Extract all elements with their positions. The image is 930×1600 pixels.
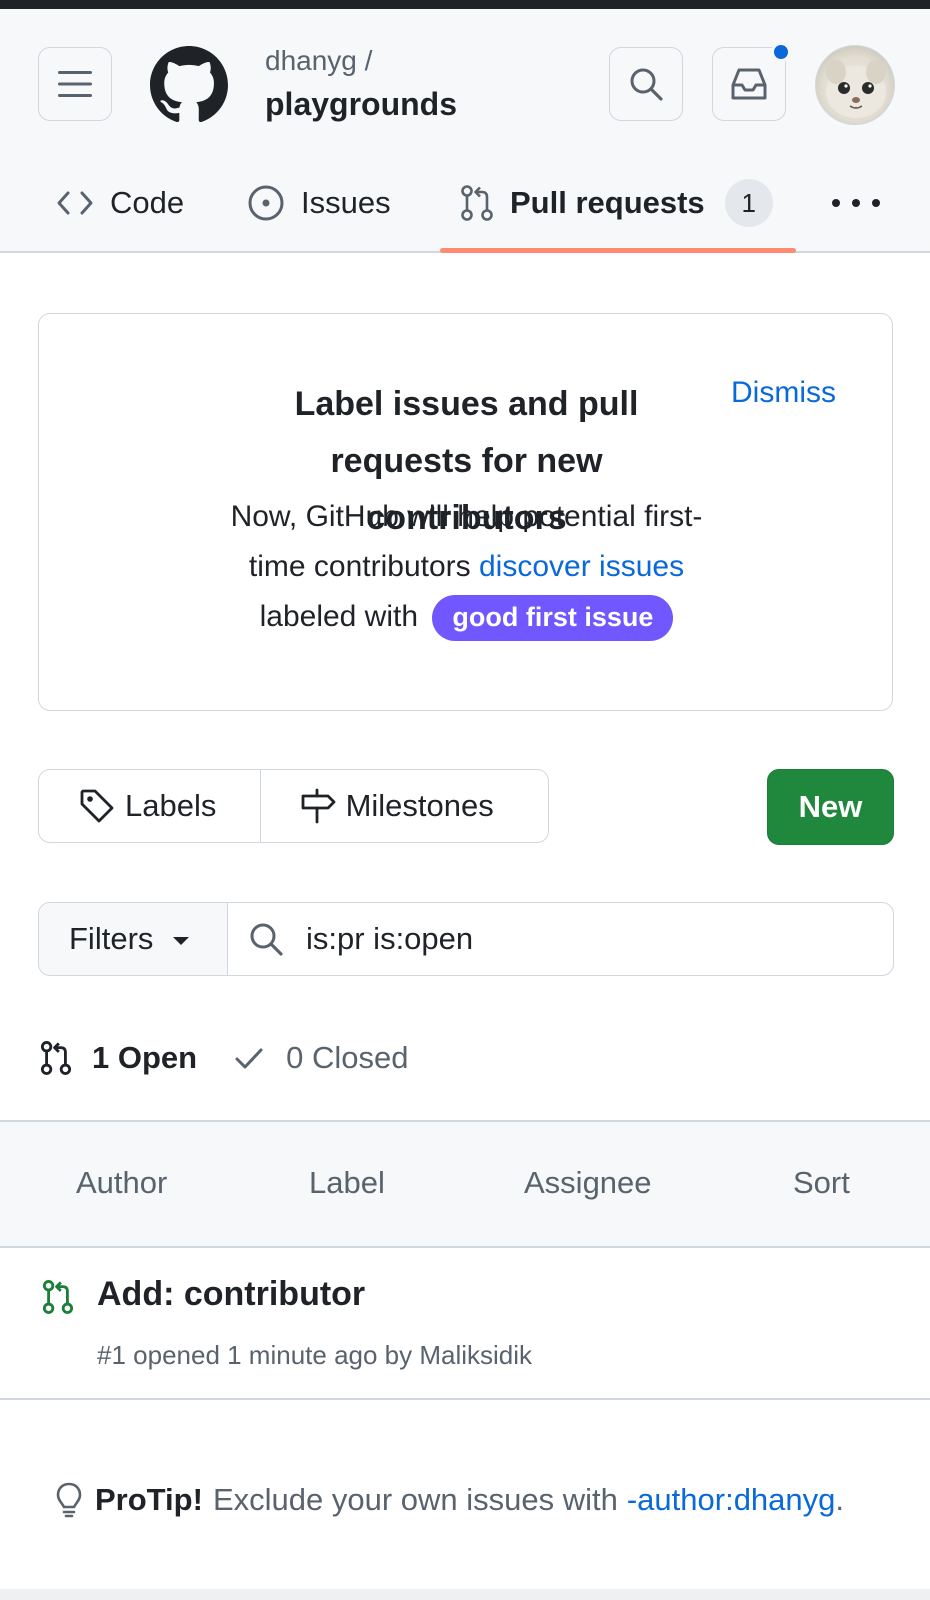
author-exclude-link[interactable]: -author:dhanyg xyxy=(627,1482,836,1518)
avatar[interactable] xyxy=(815,45,895,125)
repo-tabs: Code Issues Pull requests 1 xyxy=(0,169,930,253)
milestone-icon xyxy=(301,788,335,824)
banner-body: Now, GitHub will help potential first- t… xyxy=(39,492,894,642)
issue-opened-icon xyxy=(248,185,284,221)
pull-request-title[interactable]: Add: contributor xyxy=(97,1275,365,1314)
new-pull-request-button[interactable]: New xyxy=(767,769,894,845)
kebab-dot xyxy=(872,199,880,207)
protip-text: Exclude your own issues with xyxy=(212,1482,618,1517)
protip-heading: ProTip! xyxy=(95,1482,203,1517)
search-button[interactable] xyxy=(609,47,683,121)
banner-line: time contributors discover issues xyxy=(39,542,894,592)
labels-button-label: Labels xyxy=(125,788,217,823)
labels-milestones-group: Labels Milestones xyxy=(38,769,549,843)
triangle-down-icon xyxy=(173,937,190,945)
inbox-icon xyxy=(731,68,767,100)
tab-code[interactable]: Code xyxy=(56,169,184,237)
banner-text: time contributors xyxy=(248,550,471,583)
pull-requests-counter: 1 xyxy=(724,179,773,227)
tab-issues-label: Issues xyxy=(301,185,391,220)
closed-count: 0 Closed xyxy=(286,1040,409,1075)
list-item[interactable]: Add: contributor #1 opened 1 minute ago … xyxy=(0,1248,930,1400)
git-pull-request-icon xyxy=(40,1041,72,1075)
search-input[interactable] xyxy=(306,921,866,957)
protip-period: . xyxy=(835,1482,845,1517)
repo-owner-link[interactable]: dhanyg / xyxy=(265,45,372,77)
code-icon xyxy=(57,191,93,215)
pull-request-meta: #1 opened 1 minute ago by Maliksidik xyxy=(97,1340,533,1370)
tab-pull-requests-label: Pull requests xyxy=(510,185,705,220)
repo-header: dhanyg / playgrounds Code Issues Pull re… xyxy=(0,9,930,253)
menu-button[interactable] xyxy=(38,47,112,121)
search-icon xyxy=(250,923,283,956)
tab-pull-requests[interactable]: Pull requests 1 xyxy=(460,169,773,237)
hamburger-icon xyxy=(58,71,92,97)
discover-issues-link[interactable]: discover issues xyxy=(479,550,684,583)
search-field[interactable] xyxy=(228,903,893,975)
list-header: Author Label Assignee Sort xyxy=(0,1120,930,1248)
git-pull-request-icon xyxy=(461,185,493,221)
filter-bar: Filters xyxy=(38,902,894,976)
filters-label: Filters xyxy=(69,921,154,956)
open-count: 1 Open xyxy=(92,1040,198,1075)
protip: ProTip! Exclude your own issues with -au… xyxy=(55,1481,844,1519)
notifications-button[interactable] xyxy=(712,42,791,121)
top-strip xyxy=(0,0,930,9)
labels-button[interactable]: Labels xyxy=(39,770,261,842)
open-filter[interactable]: 1 Open xyxy=(40,1039,197,1077)
light-bulb-icon xyxy=(56,1482,82,1518)
banner-text: labeled with xyxy=(259,600,419,633)
check-icon xyxy=(235,1048,263,1069)
kebab-dot xyxy=(852,199,860,207)
selected-tab-indicator xyxy=(440,248,796,253)
banner-line: labeled with good first issue xyxy=(39,592,894,642)
author-filter[interactable]: Author xyxy=(76,1165,167,1201)
label-filter[interactable]: Label xyxy=(309,1165,385,1201)
milestones-button-label: Milestones xyxy=(345,788,494,823)
cat-avatar-icon xyxy=(826,60,886,118)
bottom-edge xyxy=(0,1589,930,1600)
good-first-issue-label[interactable]: good first issue xyxy=(432,595,674,642)
tab-issues[interactable]: Issues xyxy=(247,169,391,237)
sort-dropdown[interactable]: Sort xyxy=(793,1165,850,1201)
kebab-dot xyxy=(832,199,840,207)
assignee-filter[interactable]: Assignee xyxy=(524,1165,652,1201)
closed-filter[interactable]: 0 Closed xyxy=(234,1040,408,1076)
git-pull-request-open-icon xyxy=(42,1280,74,1314)
filters-dropdown[interactable]: Filters xyxy=(39,903,228,975)
state-toggle: 1 Open 0 Closed xyxy=(40,1032,408,1084)
milestones-button[interactable]: Milestones xyxy=(261,770,548,842)
more-tabs-button[interactable] xyxy=(832,187,880,219)
dismiss-button[interactable]: Dismiss xyxy=(727,376,836,410)
tag-icon xyxy=(80,789,114,823)
first-contributors-banner: Label issues and pull requests for new c… xyxy=(38,313,893,711)
tab-code-label: Code xyxy=(110,185,185,220)
search-icon xyxy=(630,68,663,101)
repo-name-link[interactable]: playgrounds xyxy=(265,86,457,123)
banner-line: Now, GitHub will help potential first- xyxy=(230,500,703,533)
github-logo-icon[interactable] xyxy=(150,46,228,124)
unread-indicator xyxy=(771,42,791,62)
